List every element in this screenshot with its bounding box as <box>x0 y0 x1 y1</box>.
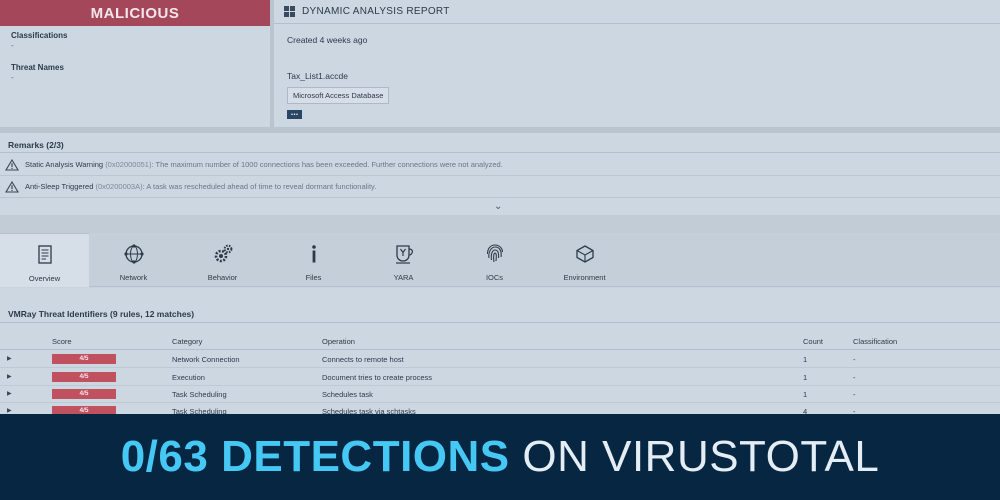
tab-overview[interactable]: Overview <box>0 233 89 287</box>
column-header-count[interactable]: Count <box>803 337 823 346</box>
table-row[interactable]: ▶ 4/5 Network Connection Connects to rem… <box>0 350 1000 368</box>
classification-cell: - <box>853 390 856 399</box>
expand-remarks-chevron-icon[interactable]: ⌄ <box>494 201 502 212</box>
classifications-label: Classifications <box>11 31 68 40</box>
more-button[interactable]: ... <box>287 108 302 119</box>
tab-files[interactable]: Files <box>269 233 358 287</box>
tab-label: Environment <box>563 273 606 282</box>
verdict-panel: MALICIOUS Classifications - Threat Names… <box>0 0 270 127</box>
remark-text: Anti-Sleep Triggered (0x0200003A): A tas… <box>25 182 376 191</box>
detections-count: 0/63 DETECTIONS <box>120 432 510 481</box>
remark-code: (0x02000051) <box>105 160 152 169</box>
warning-icon <box>5 180 19 193</box>
count-cell: 1 <box>803 390 808 399</box>
verdict-banner: MALICIOUS <box>0 0 270 26</box>
banner-suffix: ON VIRUSTOTAL <box>509 432 880 481</box>
threat-identifiers-title: VMRay Threat Identifiers (9 rules, 12 ma… <box>8 309 195 319</box>
file-name: Tax_List1.accde <box>287 71 348 81</box>
remark-text: Static Analysis Warning (0x02000051): Th… <box>25 160 503 169</box>
score-badge: 4/5 <box>52 372 116 382</box>
report-header: DYNAMIC ANALYSIS REPORT <box>274 0 1000 24</box>
tab-iocs[interactable]: IOCs <box>450 233 539 287</box>
globe-network-icon <box>123 244 144 264</box>
table-row[interactable]: ▶ 4/5 Task Scheduling Schedules task 1 - <box>0 385 1000 403</box>
count-cell: 1 <box>803 373 808 382</box>
warning-icon <box>5 158 19 171</box>
table-row[interactable]: ▶ 4/5 Execution Document tries to create… <box>0 368 1000 386</box>
section-spacer <box>0 215 1000 233</box>
operation-cell: Connects to remote host <box>322 355 404 364</box>
remark-name: Anti-Sleep Triggered <box>25 182 94 191</box>
tab-label: YARA <box>393 273 414 282</box>
column-header-classification[interactable]: Classification <box>853 337 897 346</box>
remark-item: Static Analysis Warning (0x02000051): Th… <box>0 154 1000 176</box>
column-header-category[interactable]: Category <box>172 337 202 346</box>
column-header-score[interactable]: Score <box>52 337 72 346</box>
tab-yara[interactable]: YARA <box>359 233 448 287</box>
threat-identifiers-section: VMRay Threat Identifiers (9 rules, 12 ma… <box>0 288 1000 420</box>
remark-item: Anti-Sleep Triggered (0x0200003A): A tas… <box>0 176 1000 198</box>
remarks-title: Remarks (2/3) <box>8 140 64 150</box>
tab-label: Files <box>305 273 322 282</box>
category-cell: Execution <box>172 373 205 382</box>
tab-network[interactable]: Network <box>89 233 178 287</box>
category-cell: Task Scheduling <box>172 390 227 399</box>
report-tabs: Overview Network Behavior Files YARA IOC… <box>0 233 1000 287</box>
remark-name: Static Analysis Warning <box>25 160 104 169</box>
classification-cell: - <box>853 373 856 382</box>
threat-names-label: Threat Names <box>11 63 64 72</box>
report-title: DYNAMIC ANALYSIS REPORT <box>302 6 450 17</box>
document-icon <box>37 245 52 264</box>
tab-label: Behavior <box>207 273 238 282</box>
category-cell: Network Connection <box>172 355 240 364</box>
tab-environment[interactable]: Environment <box>540 233 629 287</box>
windows-icon <box>284 6 295 17</box>
tab-label: Network <box>119 273 148 282</box>
file-type-badge: Microsoft Access Database <box>287 87 390 104</box>
fingerprint-icon <box>486 244 503 263</box>
virustotal-banner: 0/63 DETECTIONS ON VIRUSTOTAL <box>0 414 1000 500</box>
expand-row-icon[interactable]: ▶ <box>7 390 12 397</box>
yara-icon <box>395 245 413 264</box>
remark-description: : A task was rescheduled ahead of time t… <box>142 182 377 191</box>
created-time: Created 4 weeks ago <box>287 35 368 45</box>
expand-row-icon[interactable]: ▶ <box>7 373 12 380</box>
score-badge: 4/5 <box>52 354 116 364</box>
tab-behavior[interactable]: Behavior <box>178 233 267 287</box>
operation-cell: Document tries to create process <box>322 373 433 382</box>
divider <box>0 152 1000 153</box>
threat-names-value: - <box>11 73 14 82</box>
count-cell: 1 <box>803 355 808 364</box>
remarks-section: Remarks (2/3) Static Analysis Warning (0… <box>0 133 1000 215</box>
info-icon <box>311 245 316 263</box>
tab-label: IOCs <box>485 273 504 282</box>
remark-description: : The maximum number of 1000 connections… <box>151 160 503 169</box>
cube-icon <box>575 245 594 263</box>
tab-label: Overview <box>28 274 61 283</box>
expand-row-icon[interactable]: ▶ <box>7 407 12 414</box>
gears-icon <box>214 244 232 263</box>
score-badge: 4/5 <box>52 389 116 399</box>
column-header-operation[interactable]: Operation <box>322 337 355 346</box>
classifications-value: - <box>11 41 14 50</box>
remark-code: (0x0200003A) <box>95 182 143 191</box>
expand-row-icon[interactable]: ▶ <box>7 355 12 362</box>
banner-headline: 0/63 DETECTIONS ON VIRUSTOTAL <box>121 432 880 482</box>
operation-cell: Schedules task <box>322 390 373 399</box>
report-panel: DYNAMIC ANALYSIS REPORT Created 4 weeks … <box>274 0 1000 127</box>
divider <box>0 322 1000 323</box>
classification-cell: - <box>853 355 856 364</box>
